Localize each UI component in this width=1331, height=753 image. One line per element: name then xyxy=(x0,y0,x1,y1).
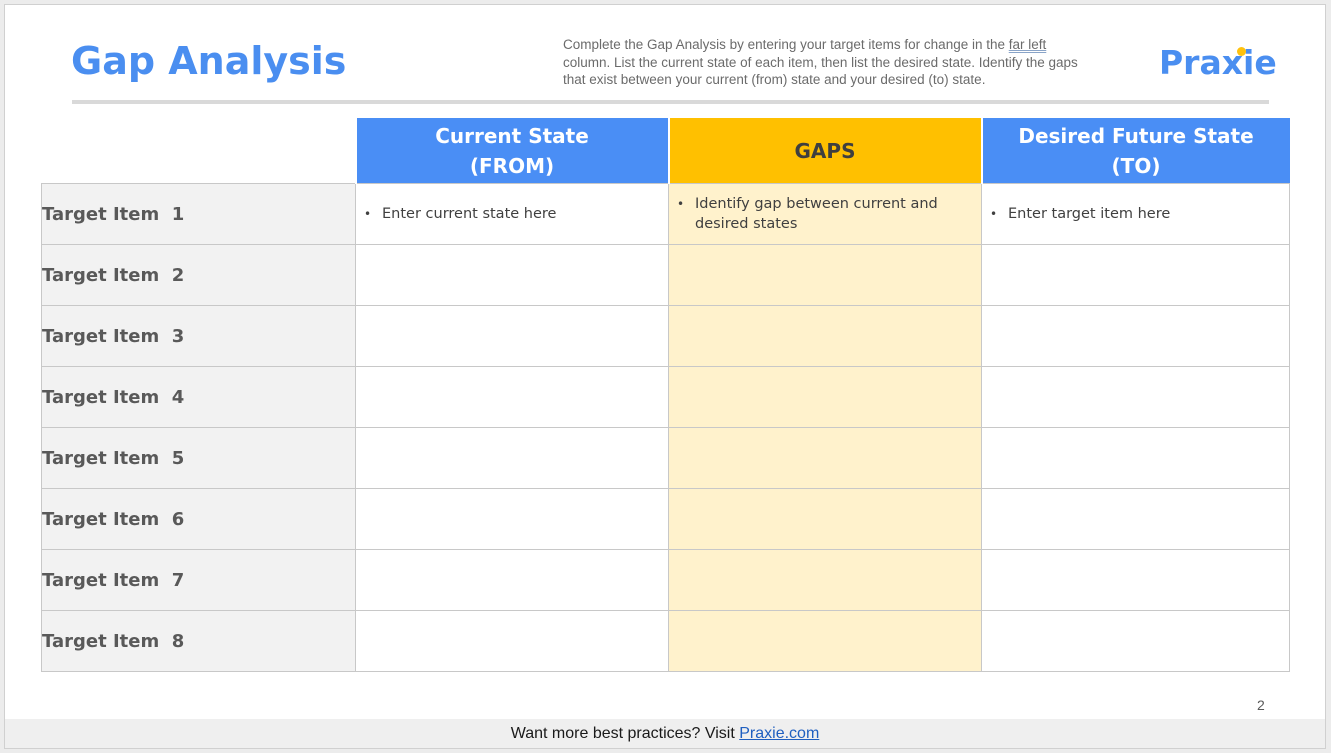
bullet-icon: • xyxy=(990,207,998,221)
row-label: Target Item 8 xyxy=(41,610,356,672)
bullet-item: • Enter current state here xyxy=(356,204,668,224)
header-divider xyxy=(72,100,1269,104)
gap-cell[interactable] xyxy=(668,610,982,672)
gap-cell[interactable] xyxy=(668,366,982,428)
desired-state-cell[interactable] xyxy=(981,366,1290,428)
column-header-gaps: GAPS xyxy=(667,118,982,184)
bullet-item: • Enter target item here xyxy=(982,204,1289,224)
praxie-logo: Praxie xyxy=(1159,43,1277,82)
column-header-line1: GAPS xyxy=(794,138,856,163)
current-state-text: Enter current state here xyxy=(382,206,557,222)
desired-state-cell[interactable] xyxy=(981,244,1290,306)
column-header-desired-state: Desired Future State (TO) xyxy=(980,118,1290,184)
column-header-line2: (FROM) xyxy=(469,153,555,178)
gap-cell[interactable] xyxy=(668,305,982,367)
current-state-cell[interactable] xyxy=(355,244,669,306)
desired-state-text: Enter target item here xyxy=(1008,206,1171,222)
page-number: 2 xyxy=(1257,697,1265,713)
current-state-cell[interactable] xyxy=(355,427,669,489)
instructions-text: Complete the Gap Analysis by entering yo… xyxy=(563,36,1093,89)
gap-text: Identify gap between current and desired… xyxy=(695,196,938,232)
page-title: Gap Analysis xyxy=(71,39,347,83)
slide: Gap Analysis Complete the Gap Analysis b… xyxy=(5,5,1325,748)
current-state-cell[interactable] xyxy=(355,366,669,428)
praxie-link[interactable]: Praxie.com xyxy=(739,725,819,742)
desired-state-cell[interactable] xyxy=(981,305,1290,367)
desired-state-cell[interactable] xyxy=(981,549,1290,611)
row-label: Target Item 4 xyxy=(41,366,356,428)
bullet-item: • Identify gap between current and desir… xyxy=(669,194,981,234)
instructions-part-2: column. List the current state of each i… xyxy=(563,54,1078,88)
row-label: Target Item 2 xyxy=(41,244,356,306)
gap-cell[interactable] xyxy=(668,488,982,550)
current-state-cell[interactable]: • Enter current state here xyxy=(355,183,669,245)
table-row: Target Item 2 xyxy=(41,244,1290,306)
column-header-line1: Current State xyxy=(435,123,589,148)
table-row: Target Item 5 xyxy=(41,427,1290,489)
desired-state-cell[interactable]: • Enter target item here xyxy=(981,183,1290,245)
instructions-underlined: far left xyxy=(1008,37,1047,52)
gap-cell[interactable] xyxy=(668,427,982,489)
instructions-part-1: Complete the Gap Analysis by entering yo… xyxy=(563,37,1009,52)
current-state-cell[interactable] xyxy=(355,488,669,550)
desired-state-cell[interactable] xyxy=(981,488,1290,550)
desired-state-cell[interactable] xyxy=(981,610,1290,672)
gap-analysis-table: Current State (FROM) GAPS Desired Future… xyxy=(41,118,1290,672)
table-header-row: Current State (FROM) GAPS Desired Future… xyxy=(41,118,1290,184)
column-header-line2: (TO) xyxy=(1111,153,1161,178)
row-label: Target Item 6 xyxy=(41,488,356,550)
table-row: Target Item 3 xyxy=(41,305,1290,367)
table-row: Target Item 4 xyxy=(41,366,1290,428)
footer-bar: Want more best practices? Visit Praxie.c… xyxy=(5,719,1325,748)
table-corner-cell xyxy=(41,118,356,184)
gap-cell[interactable]: • Identify gap between current and desir… xyxy=(668,183,982,245)
column-header-line1: Desired Future State xyxy=(1018,123,1254,148)
table-row: Target Item 7 xyxy=(41,549,1290,611)
current-state-cell[interactable] xyxy=(355,305,669,367)
row-label: Target Item 5 xyxy=(41,427,356,489)
gap-cell[interactable] xyxy=(668,244,982,306)
bullet-icon: • xyxy=(677,197,685,211)
row-label: Target Item 3 xyxy=(41,305,356,367)
gap-cell[interactable] xyxy=(668,549,982,611)
footer-text: Want more best practices? Visit xyxy=(510,725,740,742)
column-header-current-state: Current State (FROM) xyxy=(354,118,669,184)
logo-dot-icon xyxy=(1237,47,1246,56)
table-row: Target Item 1 • Enter current state here… xyxy=(41,183,1290,245)
table-row: Target Item 8 xyxy=(41,610,1290,672)
current-state-cell[interactable] xyxy=(355,610,669,672)
desired-state-cell[interactable] xyxy=(981,427,1290,489)
bullet-icon: • xyxy=(364,207,372,221)
current-state-cell[interactable] xyxy=(355,549,669,611)
table-row: Target Item 6 xyxy=(41,488,1290,550)
row-label: Target Item 7 xyxy=(41,549,356,611)
row-label: Target Item 1 xyxy=(41,183,356,245)
